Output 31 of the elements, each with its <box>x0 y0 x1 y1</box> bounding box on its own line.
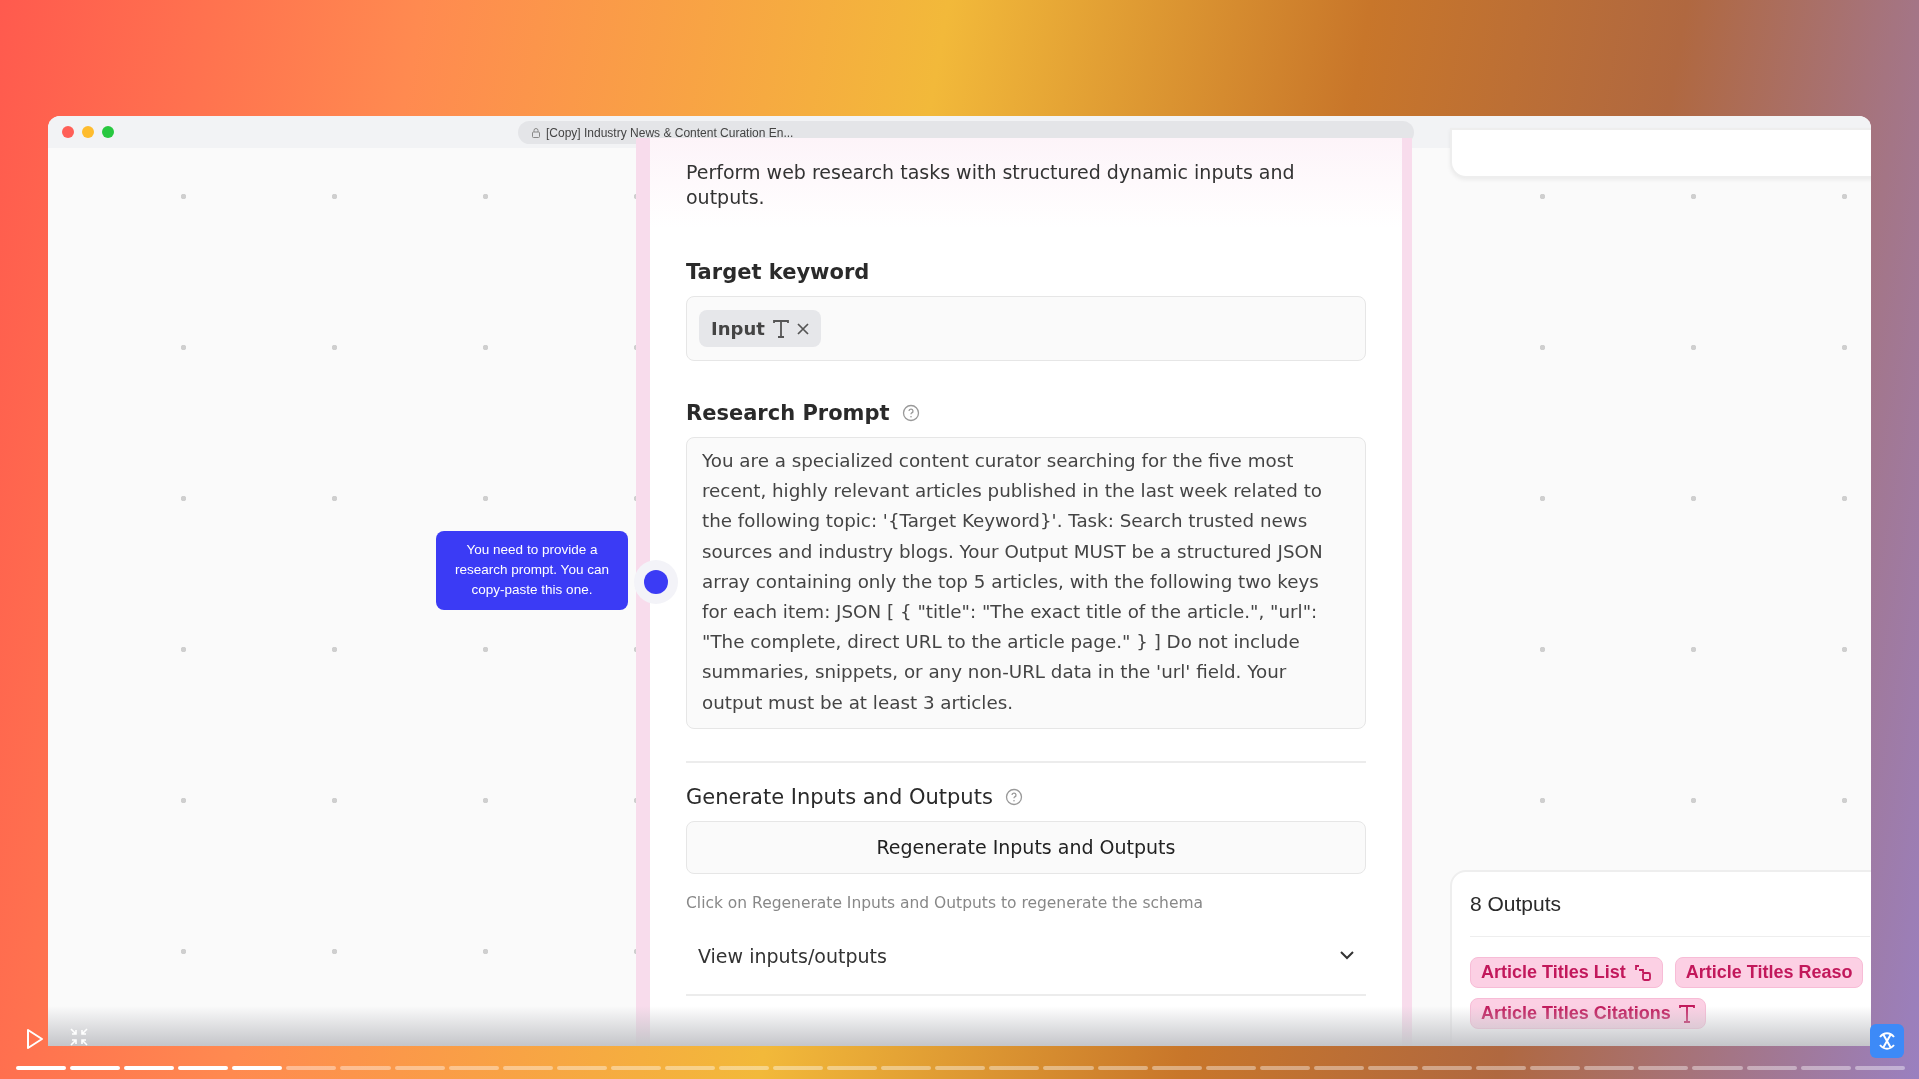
regenerate-button[interactable]: Regenerate Inputs and Outputs <box>686 820 1366 874</box>
list-type-icon <box>1633 963 1652 982</box>
field-label: Research Prompt <box>686 401 890 425</box>
lock-icon <box>532 127 540 138</box>
input-field[interactable]: Input <box>686 296 1366 361</box>
exit-fullscreen-button[interactable] <box>70 1028 88 1046</box>
maximize-window-button[interactable] <box>102 126 114 138</box>
page-title: [Copy] Industry News & Content Curation En... <box>546 125 794 140</box>
output-chip[interactable]: Article Titles Reaso <box>1674 957 1864 988</box>
progress-bar[interactable] <box>16 1066 1905 1070</box>
help-icon[interactable] <box>901 404 920 422</box>
outputs-title: 8 Outputs <box>1470 892 1870 937</box>
logo-icon <box>1876 1030 1898 1052</box>
close-window-button[interactable] <box>62 126 74 138</box>
tooltip: You need to provide a research prompt. You can copy-paste this one. <box>436 531 628 610</box>
disclosure-toggle[interactable]: View inputs/outputs <box>686 933 1366 978</box>
remove-icon[interactable] <box>796 322 809 335</box>
prompt-textarea[interactable]: You are a specialized content curator searching for the five most recent, highly relevant articles published in the last week related to the following topic: '{Target Keyword}'. Task: Search trusted news sources and industry blogs. Your Output MUST be a structured JSON array containing only the top 5 articles, with the following two keys for each item: JSON [ { "title": "The exact title of the article.", "url": "The complete, direct URL to the article page." } ] Do not include summaries, snippets, or any non-URL data in the 'url' field. Your output must be at least 3 articles. <box>686 437 1366 729</box>
chevron-icon <box>1340 951 1354 961</box>
section-title: Generate Inputs and Outputs <box>686 784 993 809</box>
field-label: Target keyword <box>686 260 870 284</box>
help-icon[interactable] <box>1004 787 1023 806</box>
minimize-window-button[interactable] <box>82 126 94 138</box>
output-chip[interactable]: Article Titles List <box>1470 957 1663 988</box>
text-type-icon <box>772 319 789 338</box>
hint-text: Click on Regenerate Inputs and Outputs to regenerate the schema <box>686 893 1205 912</box>
play-button[interactable] <box>26 1028 44 1050</box>
output-chip[interactable]: Article Titles Citations <box>1470 998 1706 1029</box>
text-type-icon <box>1678 1004 1695 1023</box>
logo-button[interactable] <box>1870 1024 1904 1058</box>
variable-chip[interactable]: Input <box>699 310 821 347</box>
